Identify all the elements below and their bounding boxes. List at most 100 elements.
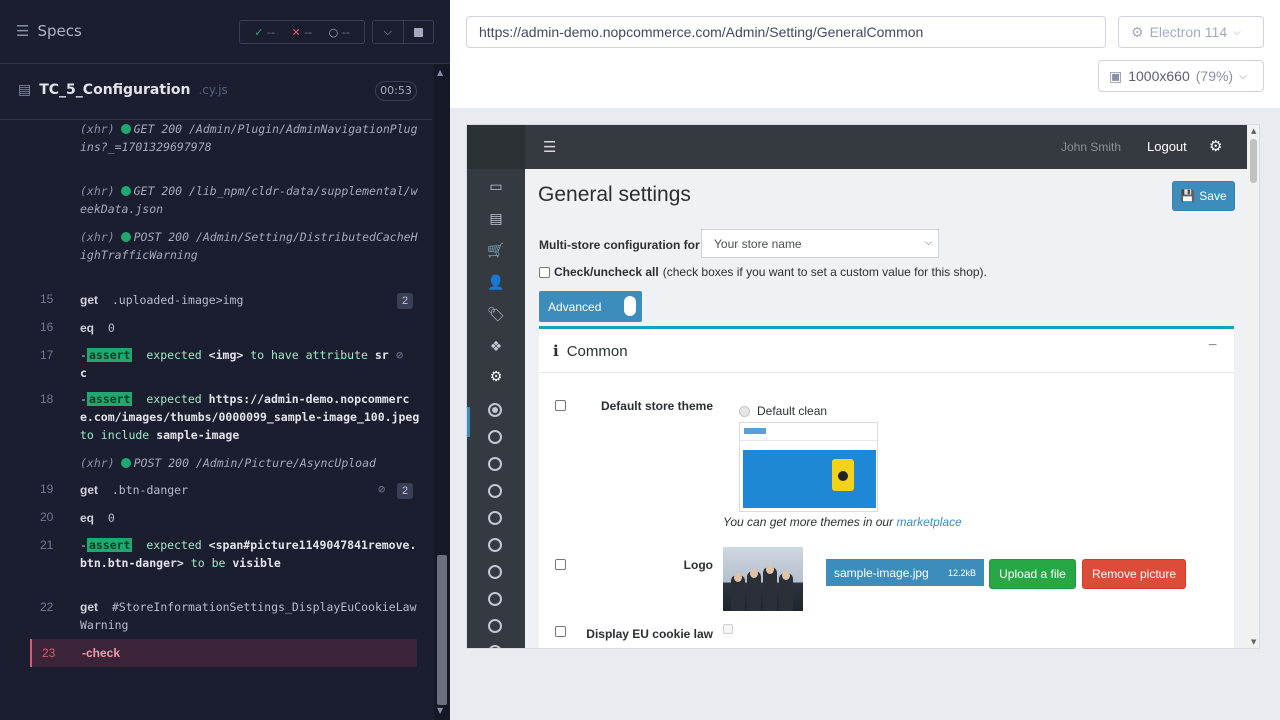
xhr-tag: (xhr): [80, 230, 115, 244]
sidebar-subitem-icon[interactable]: [488, 592, 502, 606]
store-select[interactable]: Your store name ⌵: [701, 229, 939, 258]
catalog-icon[interactable]: ▤: [486, 211, 506, 227]
advanced-toggle[interactable]: Advanced: [539, 291, 642, 322]
command-row[interactable]: 21 - assert expected <span#picture1149047…: [0, 536, 432, 592]
sidebar-subitem-icon[interactable]: [488, 511, 502, 525]
command-row[interactable]: 22 get #StoreInformationSettings_Display…: [0, 598, 432, 636]
tags-icon[interactable]: 🏷: [486, 307, 506, 323]
dashboard-icon[interactable]: ▭: [486, 179, 506, 195]
passed-stat: ✓ --: [254, 26, 275, 39]
eu-cookie-label: Display EU cookie law warning: [586, 627, 713, 648]
theme-radio[interactable]: [739, 406, 750, 417]
viewport-info[interactable]: ▣ 1000x660 (79%) ⌵: [1098, 60, 1264, 92]
sidebar-subitem-icon[interactable]: [488, 457, 502, 471]
pending-icon: ○: [328, 25, 339, 39]
logout-link[interactable]: Logout: [1147, 139, 1187, 154]
logo-label: Logo: [683, 558, 713, 572]
configuration-cogs-icon[interactable]: ⚙: [486, 369, 506, 385]
sidebar-subitem-icon[interactable]: [488, 430, 502, 444]
command-name: get: [80, 600, 98, 614]
command-number: 15: [40, 292, 54, 306]
browser-icon: ⚙: [1131, 23, 1144, 40]
page-title: General settings: [538, 183, 691, 206]
sidebar-subitem-icon[interactable]: [488, 619, 502, 633]
xhr-tag: (xhr): [80, 122, 115, 136]
sidebar-subitem-icon[interactable]: [488, 565, 502, 579]
save-label: Save: [1199, 189, 1227, 203]
command-arg: 0: [107, 511, 115, 525]
check-all-label: Check/uncheck all: [554, 265, 659, 279]
chevron-down-icon: ⌵: [1239, 70, 1247, 82]
multistore-label: Multi-store configuration for: [539, 238, 700, 252]
command-row[interactable]: 17 - assert expected <img> to have attrib…: [0, 346, 432, 384]
stop-icon: [413, 27, 423, 37]
cogs-icon[interactable]: ⚙: [1209, 137, 1222, 155]
assert-expected: expected: [146, 392, 202, 406]
cart-icon[interactable]: 🛒: [486, 243, 506, 259]
command-row[interactable]: 20 eq 0: [0, 508, 432, 530]
scroll-down-icon[interactable]: ▼: [437, 706, 443, 715]
command-row[interactable]: 15 get .uploaded-image>img 2: [0, 290, 432, 312]
photo-head: [766, 565, 774, 574]
status-dot-icon: [120, 186, 131, 196]
frame-scrollbar-thumb[interactable]: [1250, 139, 1257, 183]
browser-selector[interactable]: ⚙ Electron 114 ⌵: [1118, 16, 1264, 48]
stop-button[interactable]: [402, 21, 434, 43]
assert-matcher: to be: [190, 556, 226, 570]
log-scrollbar-thumb[interactable]: [437, 555, 447, 705]
aut-iframe: ☰ John Smith Logout ⚙ ▭ ▤ 🛒 👤 🏷 ❖ ⚙ Gene…: [466, 124, 1260, 649]
brand-area: [467, 125, 525, 169]
scroll-up-icon[interactable]: ▲: [437, 68, 443, 77]
command-row[interactable]: (xhr) POST 200 /Admin/Setting/Distributed…: [0, 228, 432, 282]
card-header[interactable]: i Common −: [539, 329, 1234, 373]
eye-slash-icon: ⊘: [378, 482, 386, 496]
customers-icon[interactable]: 👤: [486, 275, 506, 291]
command-row[interactable]: (xhr) GET 200 /lib_npm/cldr-data/suppleme…: [0, 182, 432, 218]
app-under-test-panel: https://admin-demo.nopcommerce.com/Admin…: [450, 0, 1280, 720]
url-bar[interactable]: https://admin-demo.nopcommerce.com/Admin…: [466, 16, 1106, 48]
sidebar-subitem-icon[interactable]: [488, 484, 502, 498]
hamburger-icon[interactable]: ☰: [543, 138, 556, 156]
save-button[interactable]: 💾 Save: [1172, 181, 1235, 211]
spec-name: TC_5_Configuration: [39, 82, 191, 98]
command-row[interactable]: 19 get .btn-danger ⊘ 2: [0, 480, 432, 502]
command-number: 19: [40, 482, 54, 496]
specs-toggle[interactable]: ☰ Specs: [16, 22, 82, 40]
chevron-down-icon[interactable]: ⌵: [373, 21, 403, 43]
failed-stat: ✕ --: [291, 26, 312, 39]
command-number: 18: [40, 392, 54, 406]
cubes-icon[interactable]: ❖: [486, 339, 506, 355]
collapse-icon[interactable]: −: [1208, 337, 1217, 355]
sidebar-subitem-icon[interactable]: [488, 403, 502, 417]
x-icon: ✕: [291, 25, 301, 39]
sidebar-subitem-icon[interactable]: [488, 538, 502, 552]
scroll-up-icon[interactable]: ▲: [1251, 127, 1256, 135]
element-count-badge: 2: [397, 293, 413, 309]
remove-picture-button[interactable]: Remove picture: [1082, 559, 1186, 589]
check-icon: ✓: [254, 25, 264, 39]
card-title-text: Common: [566, 342, 628, 360]
command-row[interactable]: (xhr) GET 200 /Admin/Plugin/AdminNavigati…: [0, 120, 432, 174]
scroll-down-icon[interactable]: ▼: [1251, 638, 1256, 646]
command-row[interactable]: 18 - assert expected https://admin-demo.n…: [0, 390, 432, 446]
sidebar-subitem-icon[interactable]: [488, 645, 502, 648]
command-name: get: [80, 293, 98, 307]
command-row[interactable]: 16 eq 0: [0, 318, 432, 340]
command-row[interactable]: (xhr) POST 200 /Admin/Picture/AsyncUpload: [0, 454, 432, 474]
marketplace-link[interactable]: marketplace: [896, 515, 961, 529]
floppy-icon: 💾: [1180, 189, 1196, 203]
photo-head: [750, 569, 758, 578]
file-icon: ▤: [18, 82, 32, 98]
user-name[interactable]: John Smith: [1061, 140, 1121, 154]
admin-content: General settings 💾 Save Multi-store conf…: [525, 169, 1247, 648]
assert-matcher: to have attribute: [250, 348, 368, 362]
command-row-active[interactable]: 23 -check: [30, 639, 417, 667]
upload-file-button[interactable]: Upload a file: [989, 559, 1076, 589]
frame-scrollbar[interactable]: [1247, 125, 1259, 648]
eu-cookie-checkbox[interactable]: [723, 624, 733, 634]
check-all-checkbox[interactable]: [539, 266, 550, 278]
run-controls: ⌵: [372, 20, 434, 44]
spec-file[interactable]: ▤ TC_5_Configuration .cy.js: [18, 82, 228, 98]
command-name: -check: [82, 646, 121, 660]
viewport-size: 1000x660: [1128, 68, 1190, 84]
